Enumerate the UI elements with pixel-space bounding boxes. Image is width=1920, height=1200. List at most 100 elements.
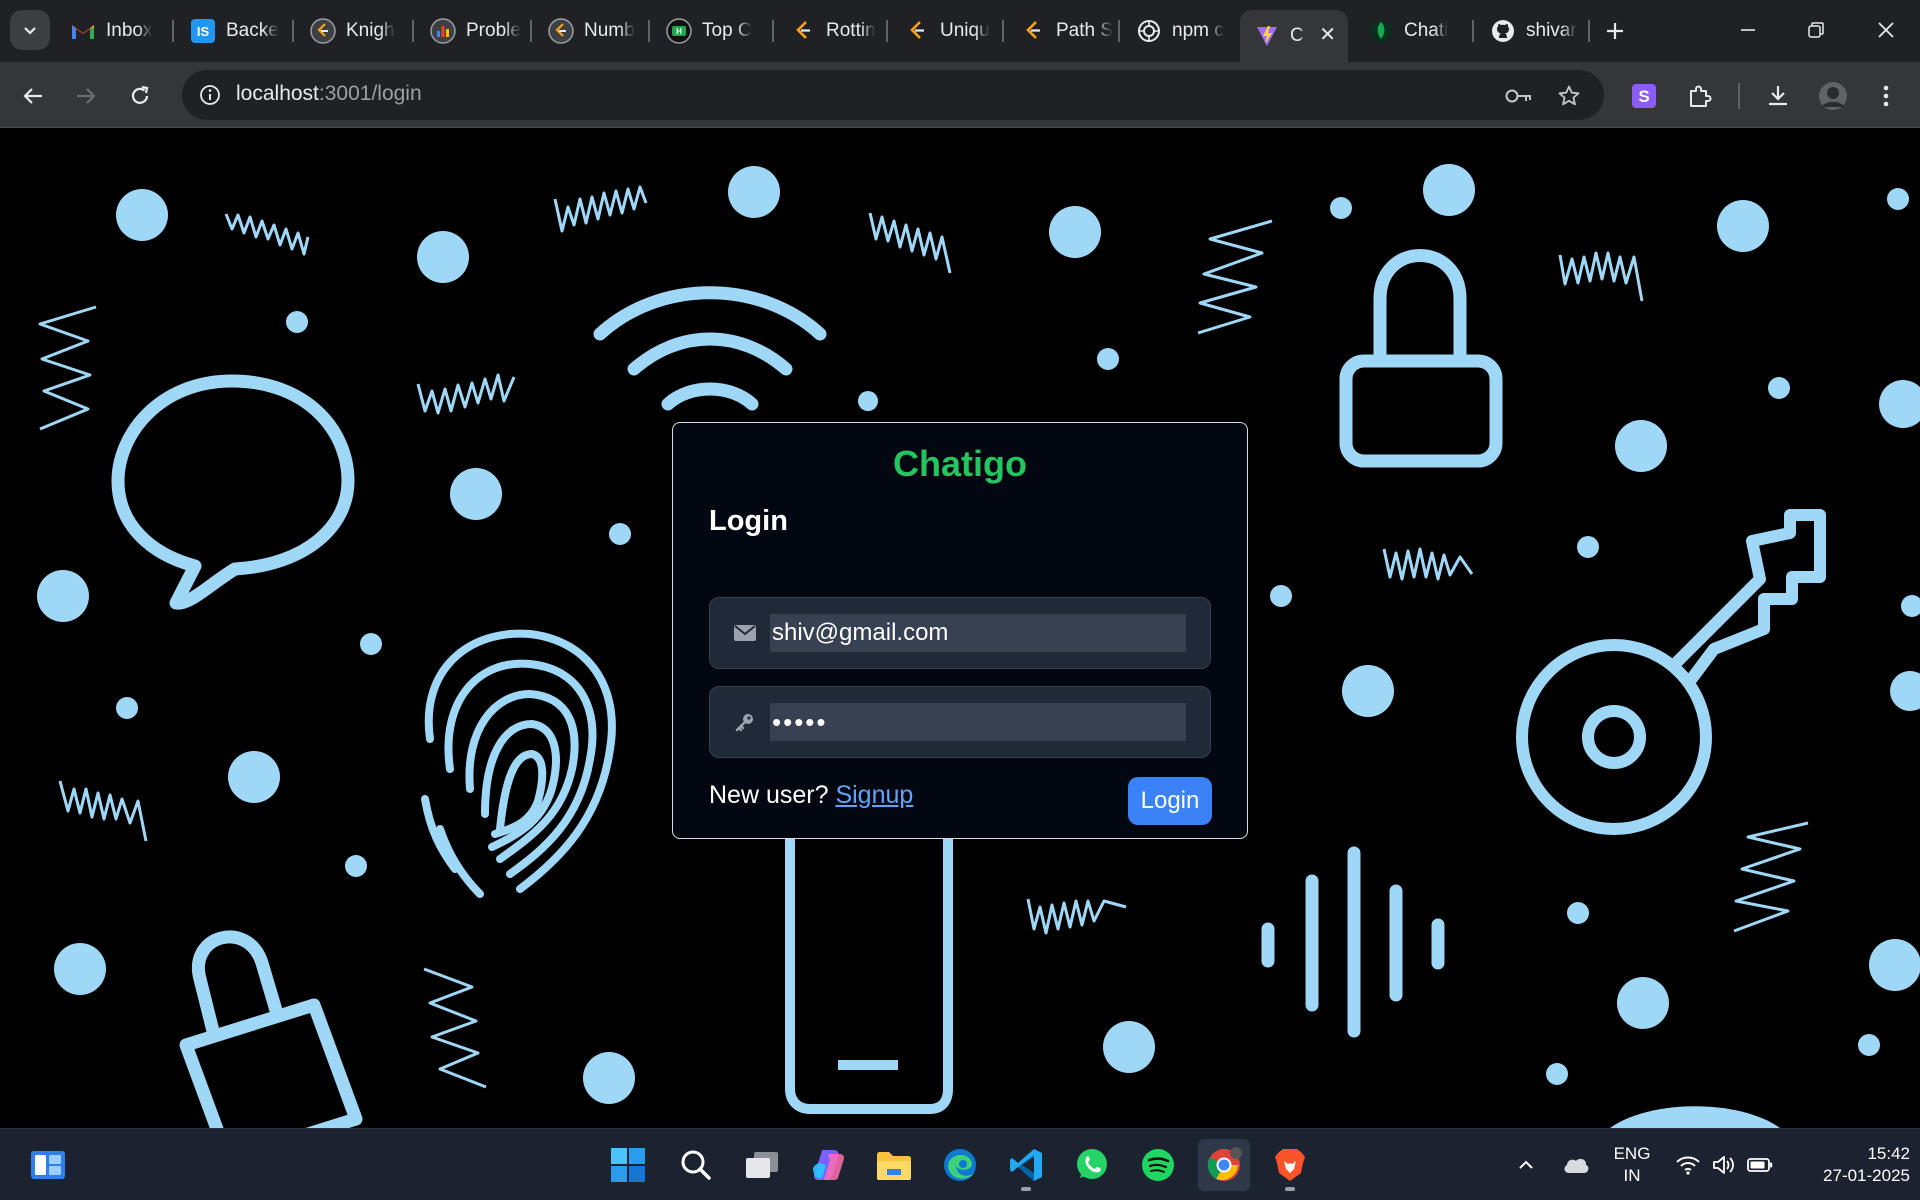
- edge-button[interactable]: [934, 1139, 986, 1191]
- password-key-icon[interactable]: [1502, 79, 1536, 113]
- minimize-button[interactable]: [1724, 10, 1772, 50]
- password-input[interactable]: [770, 703, 1186, 741]
- tab-leetcode-knight[interactable]: Knigh: [296, 10, 412, 52]
- profile-avatar[interactable]: [1813, 76, 1853, 116]
- task-view-button[interactable]: [736, 1139, 788, 1191]
- wifi-status-button[interactable]: [1674, 1151, 1702, 1179]
- extensions-puzzle-icon[interactable]: [1680, 76, 1720, 116]
- address-bar[interactable]: localhost:3001/login: [182, 70, 1604, 120]
- tab-title: Proble: [466, 20, 521, 41]
- vscode-button[interactable]: [1000, 1139, 1052, 1191]
- plus-icon: [1607, 23, 1623, 39]
- tab-title: Numb: [584, 20, 635, 41]
- show-hidden-icons-button[interactable]: [1512, 1151, 1540, 1179]
- chrome-menu-icon[interactable]: [1866, 76, 1906, 116]
- svg-text:IS: IS: [197, 24, 210, 39]
- arrow-left-icon: [23, 88, 42, 104]
- clock-date: 27-01-2025: [1823, 1166, 1910, 1185]
- url-host: localhost: [236, 82, 319, 105]
- input-language-indicator[interactable]: ENG IN: [1610, 1143, 1654, 1187]
- restore-button[interactable]: [1792, 10, 1840, 50]
- new-user-text: New user?: [709, 781, 829, 809]
- leetcode-icon: [1020, 18, 1046, 44]
- tab-title: Top C: [702, 20, 752, 41]
- envelope-icon: [732, 620, 758, 646]
- extension-s-icon[interactable]: S: [1624, 76, 1664, 116]
- tab-top-c[interactable]: H Top C: [652, 10, 774, 52]
- tab-title: Chati: [1404, 20, 1449, 41]
- url-text: localhost:3001/login: [236, 82, 422, 106]
- battery-button[interactable]: [1746, 1151, 1774, 1179]
- tab-gmail[interactable]: Inbox: [56, 10, 162, 52]
- system-clock[interactable]: 15:42 27-01-2025: [1790, 1143, 1910, 1187]
- vscode-icon: [1010, 1149, 1042, 1181]
- tab-github[interactable]: shivar: [1476, 10, 1594, 52]
- chrome-icon: [1207, 1147, 1242, 1181]
- tab-title: C: [1290, 25, 1304, 46]
- signup-link[interactable]: Signup: [835, 781, 913, 809]
- back-button[interactable]: [15, 78, 51, 114]
- chevron-up-icon: [1519, 1160, 1533, 1169]
- fingerprint-doodle: [421, 629, 616, 898]
- svg-text:S: S: [1638, 87, 1649, 106]
- tab-rotting[interactable]: Rottin: [776, 10, 890, 52]
- whatsapp-button[interactable]: [1066, 1139, 1118, 1191]
- key-icon: [732, 709, 758, 735]
- tab-search-button[interactable]: [10, 10, 50, 50]
- login-button[interactable]: Login: [1128, 777, 1212, 825]
- spotify-button[interactable]: [1132, 1139, 1184, 1191]
- tab-active-chatigo[interactable]: C ✕: [1240, 10, 1348, 62]
- tab-separator: [648, 20, 650, 42]
- tab-separator: [530, 20, 532, 42]
- forward-button[interactable]: [68, 78, 104, 114]
- search-icon: [681, 1150, 711, 1180]
- tab-separator: [1002, 20, 1004, 42]
- tab-path-sum[interactable]: Path S: [1006, 10, 1120, 52]
- padlock-doodle-top: [1339, 249, 1503, 468]
- start-button[interactable]: [602, 1139, 654, 1191]
- widgets-button[interactable]: [22, 1139, 74, 1191]
- downloads-icon[interactable]: [1758, 76, 1798, 116]
- restore-icon: [1808, 22, 1824, 38]
- password-field[interactable]: [709, 686, 1211, 758]
- tab-title: npm c: [1172, 20, 1224, 41]
- chrome-button[interactable]: [1198, 1139, 1250, 1191]
- padlock-doodle-bottom: [179, 930, 363, 1128]
- email-field[interactable]: [709, 597, 1211, 669]
- tab-number[interactable]: Numb: [534, 10, 650, 52]
- file-explorer-button[interactable]: [868, 1139, 920, 1191]
- leetcode-chart-icon: [430, 18, 456, 44]
- new-user-prompt: New user? Signup: [709, 781, 913, 810]
- tab-separator: [1118, 20, 1120, 42]
- tab-separator: [886, 20, 888, 42]
- reload-button[interactable]: [122, 78, 158, 114]
- bookmark-star-icon[interactable]: [1552, 79, 1586, 113]
- copilot-button[interactable]: [802, 1139, 854, 1191]
- tab-separator: [172, 20, 174, 42]
- tab-title: Rottin: [826, 20, 876, 41]
- close-icon[interactable]: ✕: [1319, 22, 1336, 47]
- tab-separator: [772, 20, 774, 42]
- tab-problems[interactable]: Proble: [416, 10, 532, 52]
- volume-button[interactable]: [1710, 1151, 1738, 1179]
- close-window-button[interactable]: [1862, 10, 1910, 50]
- svg-text:H: H: [676, 27, 682, 36]
- brave-button[interactable]: [1264, 1139, 1316, 1191]
- new-tab-button[interactable]: [1598, 14, 1632, 48]
- tab-chatgpt-npm[interactable]: npm c: [1122, 10, 1238, 52]
- tab-unique[interactable]: Uniqu: [890, 10, 1004, 52]
- onedrive-cloud-icon: [1564, 1158, 1589, 1173]
- taskbar-search-button[interactable]: [670, 1139, 722, 1191]
- tab-title: Uniqu: [940, 20, 990, 41]
- tab-title: Inbox: [106, 20, 153, 41]
- tab-backend[interactable]: IS Backe: [176, 10, 282, 52]
- tab-chatigo-mongo[interactable]: Chati: [1354, 10, 1472, 52]
- email-input[interactable]: [770, 614, 1186, 652]
- site-info-icon[interactable]: [194, 79, 226, 111]
- toolbar-divider: [1738, 83, 1740, 109]
- speech-bubble-doodle: [111, 374, 355, 610]
- whatsapp-icon: [1077, 1149, 1107, 1179]
- onedrive-button[interactable]: [1562, 1151, 1590, 1179]
- bottom-right-blob: [1610, 1106, 1780, 1128]
- hackerrank-icon: H: [666, 18, 692, 44]
